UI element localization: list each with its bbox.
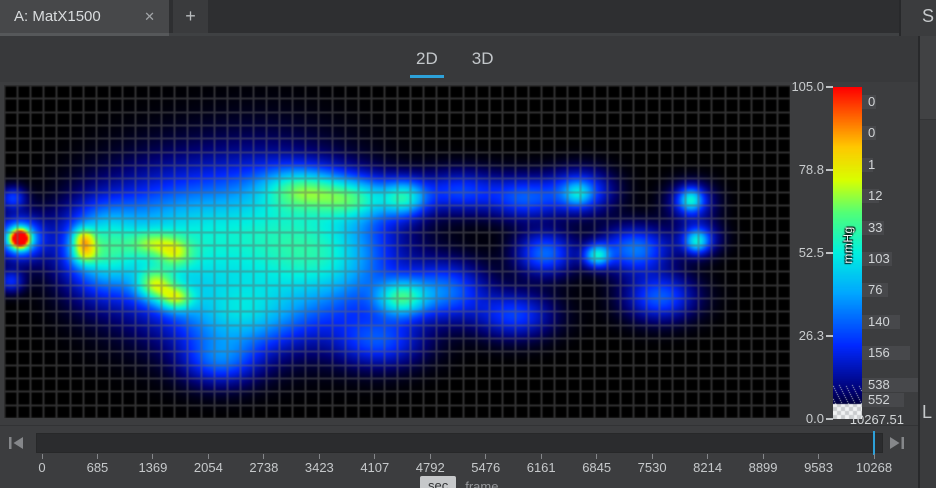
timeline-tick-mark <box>152 454 153 459</box>
timeline-tick-label: 1369 <box>125 460 181 475</box>
view-toolbar: 2D 3D <box>0 36 918 82</box>
timeline-tick-label: 3423 <box>291 460 347 475</box>
scale-tick-label: 52.5 <box>776 245 824 260</box>
histogram-count: 156 <box>868 345 890 360</box>
timeline-tick-label: 7530 <box>624 460 680 475</box>
timeline-tick-label: 6845 <box>569 460 625 475</box>
tab-bar: A: MatX1500 ✕ + <box>0 0 901 33</box>
timeline-tick-label: 8899 <box>735 460 791 475</box>
scale-tick-label: 0.0 <box>776 411 824 426</box>
histogram-count: 12 <box>868 188 882 203</box>
right-panel: L <box>920 36 936 488</box>
timeline-playhead[interactable] <box>873 431 875 455</box>
timeline-tick-mark <box>485 454 486 459</box>
frame-unit-button[interactable]: frame <box>465 479 498 488</box>
scale-unit-label: mmHg <box>841 216 855 274</box>
scale-tick-label: 26.3 <box>776 328 824 343</box>
timeline-tick-mark <box>42 454 43 459</box>
right-panel-section <box>920 36 936 120</box>
timeline-tick-label: 8214 <box>680 460 736 475</box>
timeline-tick-mark <box>707 454 708 459</box>
timeline-tick-mark <box>596 454 597 459</box>
right-panel-header: S <box>901 0 936 36</box>
tab-2d[interactable]: 2D <box>410 47 444 78</box>
histogram-count: 76 <box>868 282 882 297</box>
skip-to-start-button[interactable] <box>8 436 25 450</box>
time-unit-toggle: sec frame <box>420 476 498 488</box>
tab-title: A: MatX1500 <box>14 8 140 25</box>
timeline-tick-mark <box>208 454 209 459</box>
scale-tick-mark <box>826 335 833 337</box>
scale-tick-label: 105.0 <box>776 79 824 94</box>
tab-close-icon[interactable]: ✕ <box>140 7 159 27</box>
timeline-tick-label: 6161 <box>513 460 569 475</box>
tab-matx1500[interactable]: A: MatX1500 ✕ <box>0 0 169 33</box>
new-tab-button[interactable]: + <box>173 0 208 33</box>
timeline-tick-label: 5476 <box>458 460 514 475</box>
timeline-tick-mark <box>541 454 542 459</box>
app-root: A: MatX1500 ✕ + 2D 3D 105.0 78.8 52.5 26.3 0… <box>0 0 936 488</box>
timeline-tick-label: 2738 <box>236 460 292 475</box>
timeline-track[interactable] <box>36 433 883 453</box>
histogram-count: 0 <box>868 125 875 140</box>
sec-unit-button[interactable]: sec <box>420 476 456 488</box>
right-panel-bottom-label: L <box>922 402 932 423</box>
timeline-tick-mark <box>319 454 320 459</box>
histogram-count: 140 <box>868 314 890 329</box>
right-panel-top-label: S <box>922 6 934 27</box>
timeline-tick-label: 2054 <box>180 460 236 475</box>
skip-to-end-button[interactable] <box>888 436 905 450</box>
timeline-tick-mark <box>652 454 653 459</box>
timeline-tick-mark <box>818 454 819 459</box>
pressure-heatmap-canvas[interactable] <box>4 85 790 418</box>
view-toggle: 2D 3D <box>410 47 499 78</box>
timeline-tick-label: 0 <box>14 460 70 475</box>
timeline: 0685136920542738342341074792547661616845… <box>0 425 918 488</box>
pressure-map-area: 105.0 78.8 52.5 26.3 0.0 0 0 1 12 33 103 76 140 156 5… <box>0 82 918 425</box>
timeline-tick-mark <box>874 454 875 459</box>
timeline-tick-label: 4107 <box>347 460 403 475</box>
timeline-tick-label: 685 <box>69 460 125 475</box>
histogram-count: 0 <box>868 94 875 109</box>
histogram-count: 552 <box>868 392 890 407</box>
scale-tick-mark <box>826 169 833 171</box>
scale-tick-mark <box>826 86 833 88</box>
timeline-tick-mark <box>263 454 264 459</box>
timeline-tick-label: 4792 <box>402 460 458 475</box>
histogram-count: 1 <box>868 157 875 172</box>
timeline-tick-mark <box>97 454 98 459</box>
scale-tick-label: 78.8 <box>776 162 824 177</box>
timeline-tick-label: 10268 <box>846 460 902 475</box>
histogram-count: 33 <box>868 220 882 235</box>
timeline-tick-mark <box>374 454 375 459</box>
histogram-count: 103 <box>868 251 890 266</box>
tab-3d[interactable]: 3D <box>466 47 500 78</box>
scale-tick-mark <box>826 252 833 254</box>
timeline-tick-label: 9583 <box>791 460 847 475</box>
timeline-tick-mark <box>430 454 431 459</box>
histogram-count: 538 <box>868 377 890 392</box>
timeline-tick-mark <box>763 454 764 459</box>
